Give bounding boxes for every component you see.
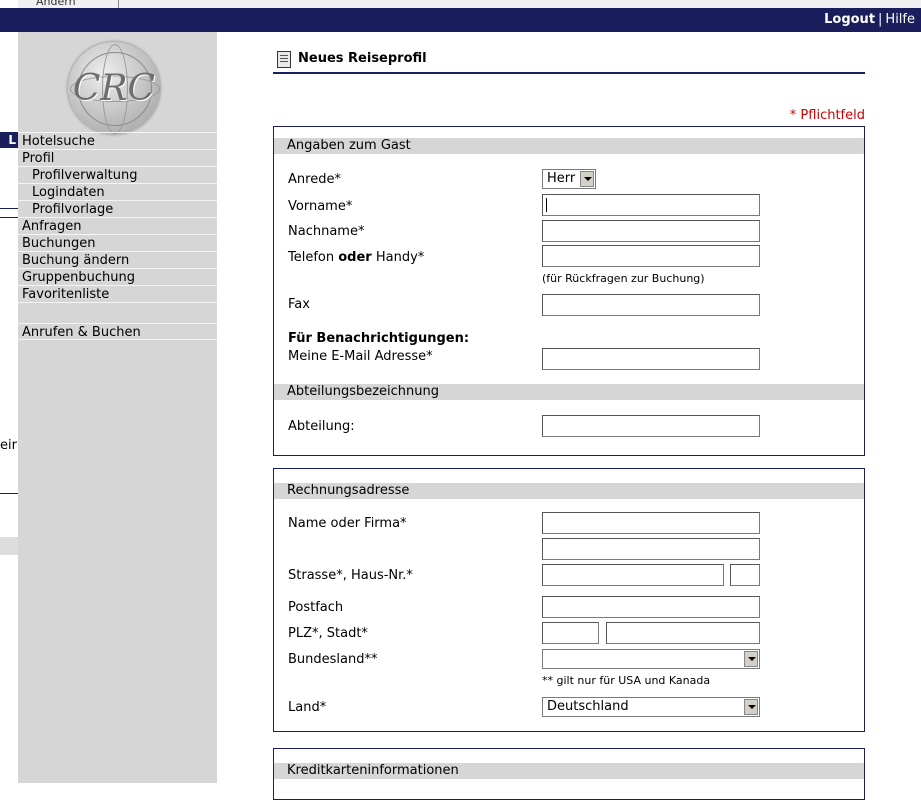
page-title-row: Neues Reiseprofil: [273, 40, 865, 74]
billing-section-header: Rechnungsadresse: [274, 483, 864, 499]
fax-input[interactable]: [542, 294, 760, 316]
sidebar-item-profil[interactable]: Profil: [18, 149, 217, 166]
phone-input[interactable]: [542, 245, 760, 267]
background-divider: [0, 217, 18, 218]
guest-section-header: Angaben zum Gast: [274, 138, 864, 154]
firstname-input[interactable]: [542, 194, 760, 216]
chevron-down-icon[interactable]: [744, 699, 758, 715]
firstname-label: Vorname*: [288, 199, 353, 214]
background-letter: L: [0, 132, 18, 148]
salutation-select[interactable]: Herr: [542, 169, 596, 189]
sidebar-item-buchungen[interactable]: Buchungen: [18, 234, 217, 251]
zip-input[interactable]: [542, 622, 599, 644]
sidebar-item-logindaten[interactable]: Logindaten: [18, 183, 217, 200]
phone-hint: (für Rückfragen zur Buchung): [542, 272, 705, 285]
country-value: Deutschland: [547, 699, 629, 714]
document-icon: [277, 51, 291, 68]
phone-label: Telefon oder Handy*: [288, 250, 425, 265]
email-input[interactable]: [542, 348, 760, 370]
background-window-strip: Ändern: [0, 0, 921, 8]
chevron-down-icon[interactable]: [744, 651, 758, 667]
sidebar-item-gruppenbuchung[interactable]: Gruppenbuchung: [18, 268, 217, 285]
logo-text: CRC: [72, 68, 156, 109]
city-input[interactable]: [606, 622, 760, 644]
sidebar-item-anrufen-buchen[interactable]: Anrufen & Buchen: [18, 323, 217, 340]
state-select[interactable]: [542, 649, 760, 669]
chevron-down-icon[interactable]: [580, 171, 594, 187]
pobox-input[interactable]: [542, 596, 760, 618]
company-name-label: Name oder Firma*: [288, 516, 407, 531]
crc-logo: CRC: [68, 42, 160, 134]
page-title: Neues Reiseprofil: [298, 51, 427, 66]
background-window: L eir: [0, 0, 18, 783]
header-separator: |: [878, 12, 883, 27]
company-name-input[interactable]: [542, 512, 760, 534]
sidebar-item-favoritenliste[interactable]: Favoritenliste: [18, 285, 217, 302]
country-select[interactable]: Deutschland: [542, 697, 760, 717]
fax-label: Fax: [288, 297, 310, 312]
billing-address-box: Rechnungsadresse Name oder Firma* Strass…: [273, 468, 865, 732]
department-input[interactable]: [542, 415, 760, 437]
required-field-note: * Pflichtfeld: [789, 108, 865, 123]
help-link[interactable]: Hilfe: [885, 12, 915, 27]
background-text-fragment: eir: [0, 438, 17, 453]
background-tab-label: Ändern: [36, 0, 76, 8]
guest-info-box: Angaben zum Gast Anrede* Herr Vorname* N…: [273, 126, 865, 456]
zip-city-label: PLZ*, Stadt*: [288, 626, 368, 641]
sidebar-spacer: [18, 302, 217, 323]
notifications-heading: Für Benachrichtigungen:: [288, 331, 470, 346]
sidebar-item-buchung-aendern[interactable]: Buchung ändern: [18, 251, 217, 268]
credit-card-section-header: Kreditkarteninformationen: [274, 763, 864, 779]
background-divider: [0, 493, 18, 494]
sidebar-nav: Hotelsuche Profil Profilverwaltung Login…: [18, 132, 217, 340]
credit-card-box: Kreditkarteninformationen: [273, 748, 865, 800]
header-links: Logout | Hilfe: [824, 12, 915, 27]
text-caret: [546, 198, 547, 212]
background-grey-block: [0, 537, 18, 555]
pobox-label: Postfach: [288, 600, 344, 615]
sidebar-item-anfragen[interactable]: Anfragen: [18, 217, 217, 234]
department-section-header: Abteilungsbezeichnung: [274, 384, 864, 400]
background-divider: [0, 208, 18, 209]
background-tab-edge: [118, 0, 119, 8]
street-input[interactable]: [542, 564, 724, 586]
house-number-input[interactable]: [730, 564, 760, 586]
logout-link[interactable]: Logout: [824, 12, 875, 27]
main-content: Neues Reiseprofil: [273, 40, 865, 74]
top-header-bar: Logout | Hilfe: [0, 8, 921, 32]
state-label: Bundesland**: [288, 652, 378, 667]
sidebar: CRC Hotelsuche Profil Profilverwaltung L…: [18, 32, 217, 783]
department-label: Abteilung:: [288, 419, 355, 434]
sidebar-item-hotelsuche[interactable]: Hotelsuche: [18, 132, 217, 149]
lastname-input[interactable]: [542, 220, 760, 242]
company-name-input-2[interactable]: [542, 538, 760, 560]
lastname-label: Nachname*: [288, 224, 365, 239]
country-label: Land*: [288, 700, 327, 715]
street-label: Strasse*, Haus-Nr.*: [288, 568, 413, 583]
email-label: Meine E-Mail Adresse*: [288, 349, 433, 364]
sidebar-item-profilverwaltung[interactable]: Profilverwaltung: [18, 166, 217, 183]
salutation-label: Anrede*: [288, 172, 341, 187]
state-hint: ** gilt nur für USA und Kanada: [542, 674, 711, 687]
sidebar-item-profilvorlage[interactable]: Profilvorlage: [18, 200, 217, 217]
salutation-value: Herr: [547, 171, 576, 186]
